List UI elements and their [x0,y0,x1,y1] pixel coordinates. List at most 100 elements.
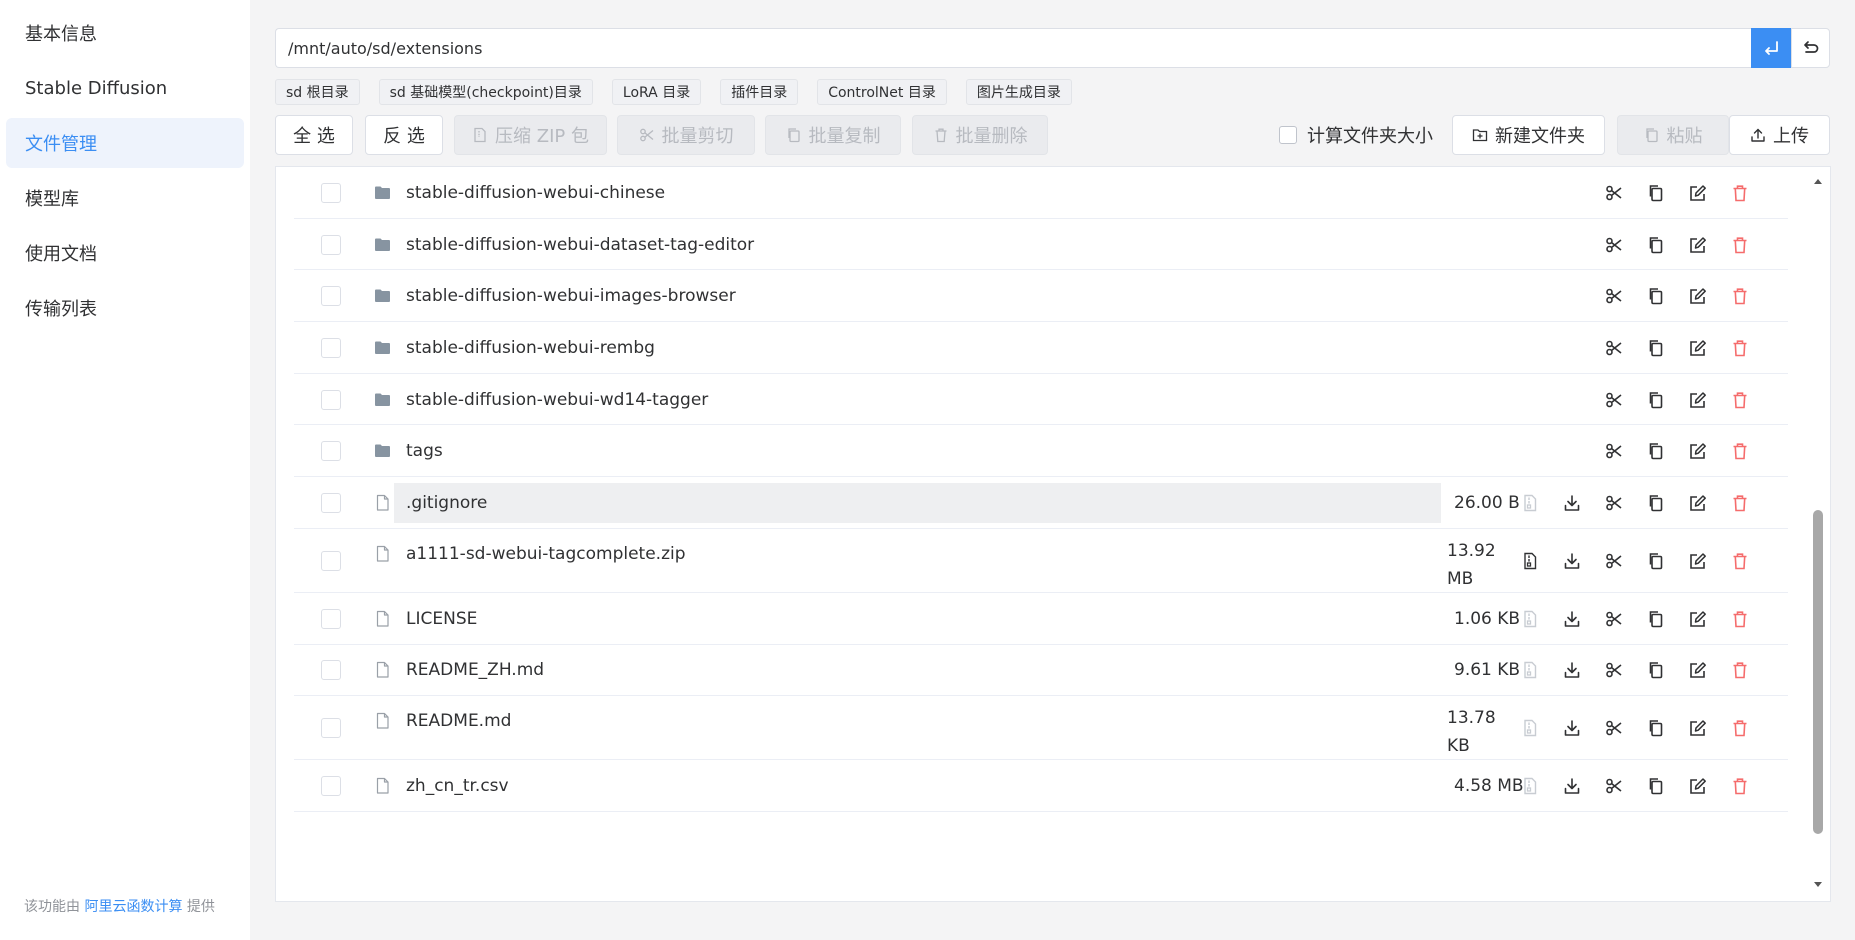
delete-button[interactable] [1728,658,1752,682]
file-name[interactable]: tags [394,431,443,471]
file-row[interactable]: .gitignore 26.00 B [294,477,1788,529]
file-row[interactable]: LICENSE 1.06 KB [294,593,1788,645]
rename-button[interactable] [1686,774,1710,798]
download-button[interactable] [1560,607,1584,631]
file-row[interactable]: a1111-sd-webui-tagcomplete.zip 13.92 MB [294,529,1788,593]
batch-cut-button[interactable]: 批量剪切 [617,115,755,155]
sidebar-item-basic-info[interactable]: 基本信息 [6,8,244,58]
copy-button[interactable] [1644,336,1668,360]
rename-button[interactable] [1686,181,1710,205]
unzip-button[interactable] [1518,774,1542,798]
shortcut-outputs[interactable]: 图片生成目录 [965,79,1072,105]
sidebar-item-file-manager[interactable]: 文件管理 [6,118,244,168]
row-checkbox[interactable] [321,182,341,203]
folder-row[interactable]: stable-diffusion-webui-rembg [294,322,1788,374]
row-checkbox[interactable] [321,608,341,629]
rename-button[interactable] [1686,549,1710,573]
file-name[interactable]: .gitignore [394,482,1441,523]
file-name[interactable]: README.md [394,701,511,741]
row-checkbox[interactable] [321,286,341,307]
rename-button[interactable] [1686,439,1710,463]
rename-button[interactable] [1686,491,1710,515]
row-checkbox[interactable] [321,337,341,358]
copy-button[interactable] [1644,181,1668,205]
file-row[interactable]: README_ZH.md 9.61 KB [294,645,1788,697]
paste-button[interactable]: 粘贴 [1617,115,1729,155]
scroll-up-arrow[interactable] [1812,176,1824,186]
folder-row[interactable]: stable-diffusion-webui-images-browser [294,270,1788,323]
file-row[interactable]: zh_cn_tr.csv 4.58 MB [294,760,1788,812]
sidebar-item-model-library[interactable]: 模型库 [6,173,244,223]
new-folder-button[interactable]: 新建文件夹 [1452,115,1605,155]
upload-button[interactable]: 上传 [1729,115,1830,155]
cut-button[interactable] [1602,388,1626,412]
file-row[interactable]: README.md 13.78 KB [294,696,1788,761]
folder-row[interactable]: stable-diffusion-webui-dataset-tag-edito… [294,219,1788,271]
footer-link[interactable]: 阿里云函数计算 [84,899,182,915]
cut-button[interactable] [1602,658,1626,682]
file-name[interactable]: README_ZH.md [394,650,544,690]
copy-button[interactable] [1644,284,1668,308]
copy-button[interactable] [1644,233,1668,257]
file-name[interactable]: stable-diffusion-webui-dataset-tag-edito… [394,225,754,265]
rename-button[interactable] [1686,607,1710,631]
delete-button[interactable] [1728,774,1752,798]
rename-button[interactable] [1686,336,1710,360]
copy-button[interactable] [1644,607,1668,631]
unzip-button[interactable] [1518,491,1542,515]
unzip-button[interactable] [1518,607,1542,631]
sidebar-item-stable-diffusion[interactable]: Stable Diffusion [6,63,244,113]
cut-button[interactable] [1602,607,1626,631]
cut-button[interactable] [1602,439,1626,463]
file-name[interactable]: LICENSE [394,599,477,639]
rename-button[interactable] [1686,388,1710,412]
batch-delete-button[interactable]: 批量删除 [912,115,1048,155]
delete-button[interactable] [1728,439,1752,463]
shortcut-sd-root[interactable]: sd 根目录 [275,79,360,105]
delete-button[interactable] [1728,336,1752,360]
row-checkbox[interactable] [321,718,341,739]
row-checkbox[interactable] [321,776,341,797]
delete-button[interactable] [1728,716,1752,740]
path-go-button[interactable] [1751,28,1791,68]
sidebar-item-docs[interactable]: 使用文档 [6,228,244,278]
calc-folder-size-checkbox[interactable]: 计算文件夹大小 [1279,124,1433,147]
cut-button[interactable] [1602,284,1626,308]
copy-button[interactable] [1644,439,1668,463]
copy-button[interactable] [1644,549,1668,573]
calc-size-checkbox-box[interactable] [1279,126,1297,144]
row-checkbox[interactable] [321,234,341,255]
invert-selection-button[interactable]: 反 选 [365,115,443,155]
copy-button[interactable] [1644,774,1668,798]
path-input[interactable] [275,28,1753,68]
download-button[interactable] [1560,549,1584,573]
cut-button[interactable] [1602,716,1626,740]
rename-button[interactable] [1686,658,1710,682]
cut-button[interactable] [1602,233,1626,257]
row-checkbox[interactable] [321,660,341,681]
row-checkbox[interactable] [321,389,341,410]
file-name[interactable]: stable-diffusion-webui-wd14-tagger [394,380,708,420]
file-name[interactable]: a1111-sd-webui-tagcomplete.zip [394,534,686,574]
shortcut-extensions[interactable]: 插件目录 [720,79,799,105]
copy-button[interactable] [1644,388,1668,412]
delete-button[interactable] [1728,233,1752,257]
delete-button[interactable] [1728,284,1752,308]
sidebar-item-transfer-list[interactable]: 传输列表 [6,283,244,333]
cut-button[interactable] [1602,549,1626,573]
file-name[interactable]: stable-diffusion-webui-rembg [394,328,655,368]
delete-button[interactable] [1728,549,1752,573]
cut-button[interactable] [1602,336,1626,360]
rename-button[interactable] [1686,233,1710,257]
file-name[interactable]: zh_cn_tr.csv [394,766,509,806]
download-button[interactable] [1560,716,1584,740]
copy-button[interactable] [1644,658,1668,682]
file-name[interactable]: stable-diffusion-webui-chinese [394,173,665,213]
delete-button[interactable] [1728,607,1752,631]
copy-button[interactable] [1644,716,1668,740]
shortcut-controlnet[interactable]: ControlNet 目录 [817,79,947,105]
cut-button[interactable] [1602,774,1626,798]
cut-button[interactable] [1602,491,1626,515]
download-button[interactable] [1560,658,1584,682]
shortcut-lora[interactable]: LoRA 目录 [611,79,702,105]
